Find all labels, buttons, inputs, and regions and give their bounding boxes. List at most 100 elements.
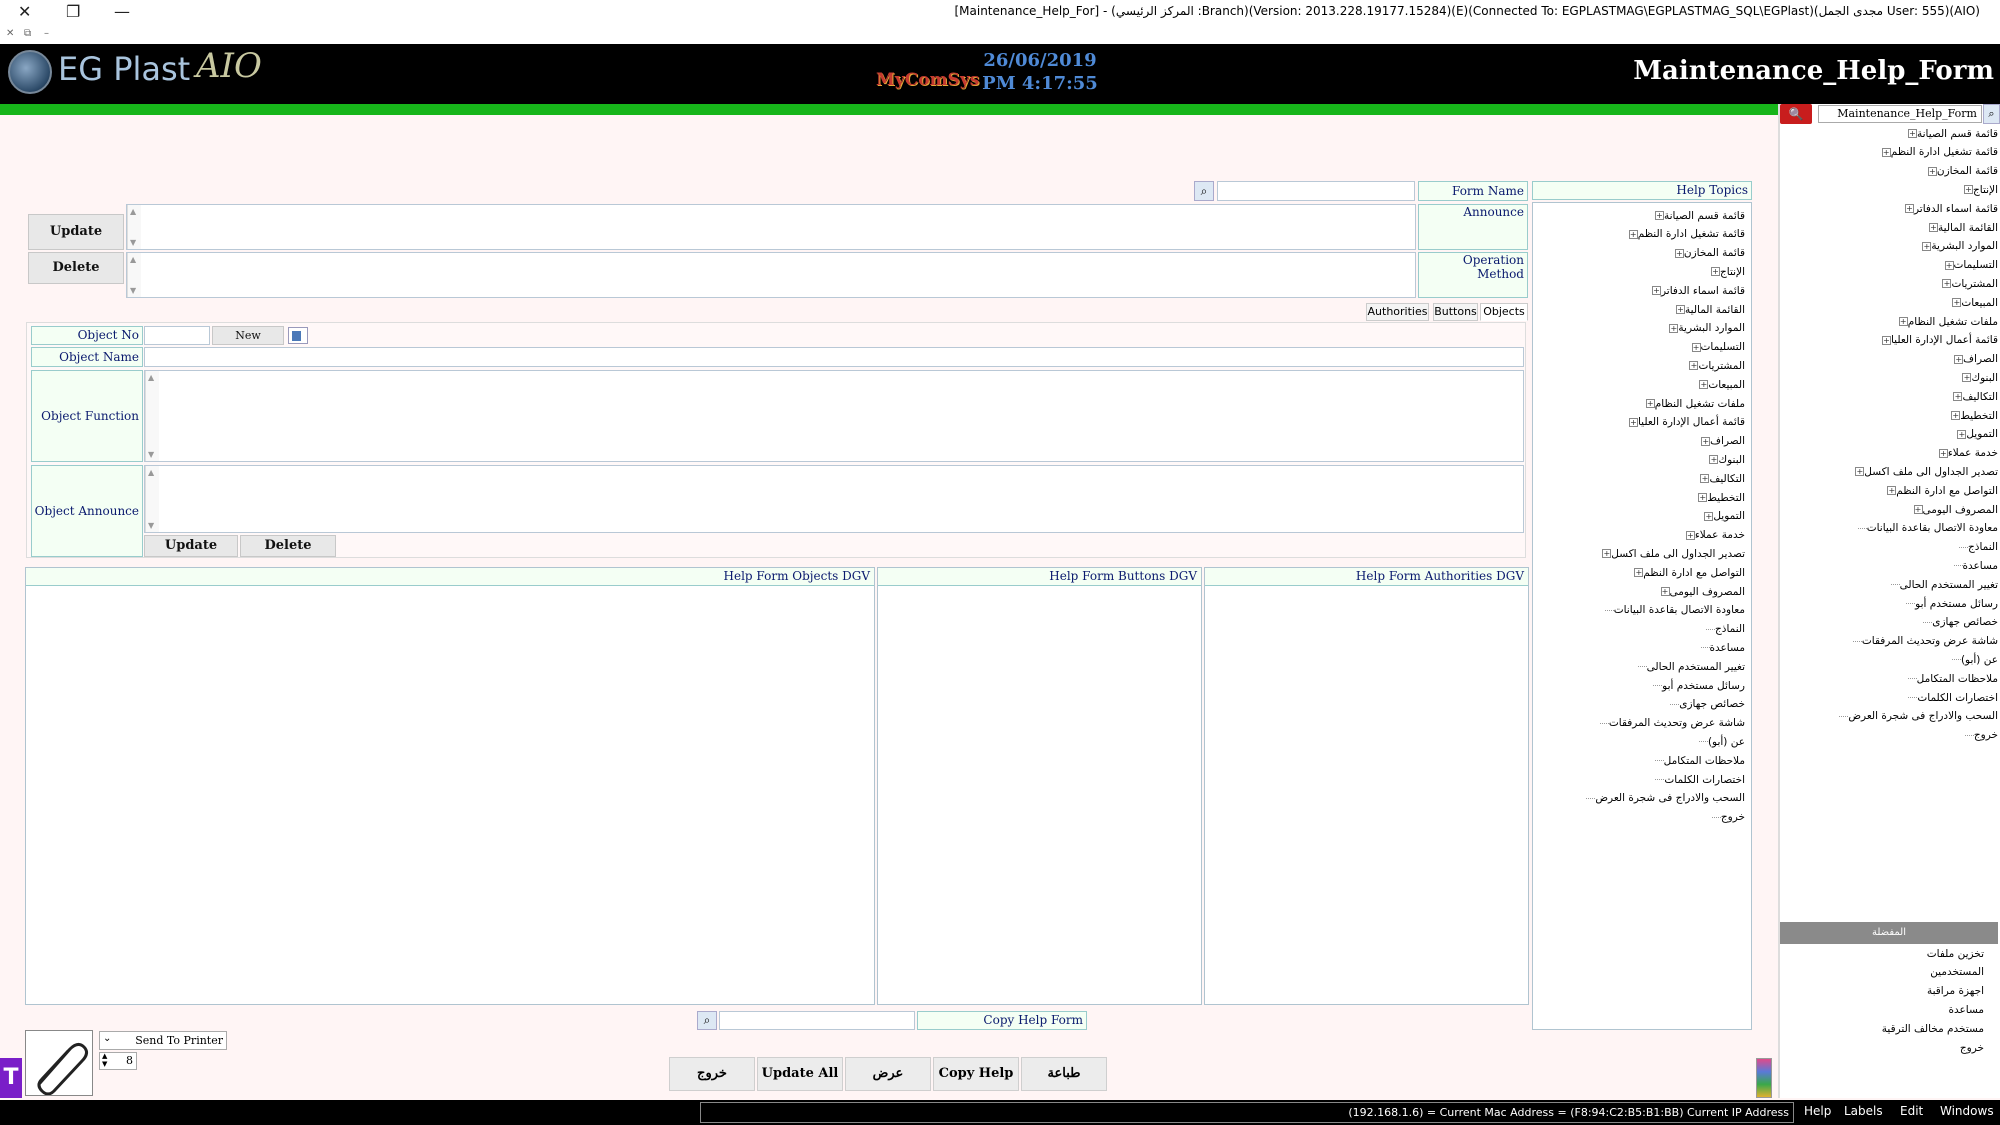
announce-textarea[interactable]: ▲ ▼	[126, 204, 1416, 250]
favorite-item[interactable]: المستخدمين	[1930, 963, 1984, 982]
expand-icon[interactable]: +	[1654, 211, 1664, 220]
expand-icon[interactable]: +	[1674, 248, 1684, 258]
object-delete-button[interactable]: Delete	[240, 535, 336, 557]
expand-icon[interactable]: +	[1938, 448, 1948, 458]
side-tree-item[interactable]: قائمة اسماء الدفاتر +	[1902, 199, 1998, 218]
favorite-item[interactable]: تخزين ملفات	[1927, 944, 1984, 963]
help-topics-tree-item[interactable]: المصروف اليومى +	[1658, 582, 1745, 601]
object-function-textarea[interactable]: ▲ ▼	[144, 370, 1524, 462]
tab-objects[interactable]: Objects	[1480, 303, 1528, 321]
expand-icon[interactable]: +	[1954, 354, 1964, 364]
side-tree-item[interactable]: تغيير المستخدم الحالى	[1888, 575, 1998, 594]
help-topics-tree-item[interactable]: تغيير المستخدم الحالى	[1635, 657, 1745, 676]
expand-icon[interactable]: +	[1652, 286, 1661, 296]
expand-icon[interactable]: +	[1913, 505, 1923, 514]
object-function-scrollbar[interactable]: ▲ ▼	[145, 371, 159, 461]
side-tree-item[interactable]: التسليمات +	[1942, 256, 1998, 275]
expand-icon[interactable]: +	[1881, 147, 1891, 157]
stepper-arrows-icon[interactable]: ▲ ▼	[102, 1052, 107, 1068]
help-topics-tree-item[interactable]: عن (أبو)	[1696, 732, 1745, 751]
delete-button[interactable]: Delete	[28, 252, 124, 284]
help-topics-tree-item[interactable]: خروج	[1709, 808, 1745, 827]
expand-icon[interactable]: +	[1699, 380, 1709, 390]
expand-icon[interactable]: +	[1700, 474, 1710, 484]
update-button[interactable]: Update	[28, 214, 124, 250]
expand-icon[interactable]: +	[1701, 436, 1711, 446]
expand-icon[interactable]: +	[1709, 455, 1719, 465]
copy-help-button[interactable]: Copy Help	[933, 1057, 1019, 1091]
expand-icon[interactable]: +	[1905, 204, 1914, 214]
help-topics-tree-item[interactable]: التمويل +	[1701, 507, 1745, 526]
side-tree-item[interactable]: عن (أبو)	[1949, 650, 1998, 669]
operation-method-scrollbar[interactable]: ▲ ▼	[127, 253, 141, 297]
help-form-buttons-grid[interactable]: Help Form Buttons DGV	[877, 567, 1202, 1005]
expand-icon[interactable]: +	[1634, 568, 1644, 578]
help-topics-tree-item[interactable]: التسليمات +	[1689, 338, 1745, 357]
side-tree-item[interactable]: التخطيط +	[1948, 406, 1998, 425]
side-tree-item[interactable]: البنوك +	[1959, 368, 1998, 387]
expand-icon[interactable]: +	[1962, 373, 1972, 383]
menu-windows[interactable]: Windows	[1940, 1104, 1994, 1118]
help-topics-tree-item[interactable]: القائمة المالية +	[1673, 300, 1745, 319]
mdi-minimize-button[interactable]: –	[44, 28, 49, 39]
copies-stepper[interactable]: ▲ ▼ 8	[99, 1052, 137, 1070]
announce-scrollbar[interactable]: ▲ ▼	[127, 205, 141, 249]
side-search-input[interactable]: Maintenance_Help_Form	[1818, 105, 1982, 123]
object-update-button[interactable]: Update	[144, 535, 238, 557]
help-topics-tree-item[interactable]: قائمة اسماء الدفاتر +	[1649, 281, 1745, 300]
expand-icon[interactable]: +	[1929, 223, 1939, 232]
side-tree-item[interactable]: التكاليف +	[1950, 387, 1998, 406]
favorite-item[interactable]: خروج	[1960, 1038, 1984, 1057]
side-tree-item[interactable]: التواصل مع ادارة النظم +	[1884, 481, 1998, 500]
side-toggle-icon[interactable]: T	[0, 1058, 22, 1098]
help-topics-tree-item[interactable]: التكاليف +	[1697, 469, 1745, 488]
help-topics-tree-item[interactable]: البنوك +	[1706, 450, 1745, 469]
side-tree-item[interactable]: التمويل +	[1954, 425, 1998, 444]
help-topics-tree-item[interactable]: خدمة عملاء +	[1683, 526, 1745, 545]
expand-icon[interactable]: +	[1669, 323, 1679, 333]
menu-labels[interactable]: Labels	[1844, 1104, 1883, 1118]
color-palette-icon[interactable]	[1756, 1058, 1772, 1098]
expand-icon[interactable]: +	[1685, 530, 1695, 540]
expand-icon[interactable]: +	[1964, 185, 1974, 195]
expand-icon[interactable]: +	[1689, 361, 1699, 371]
exit-button[interactable]: خروج	[669, 1057, 755, 1091]
copy-search-icon[interactable]: ⌕	[697, 1011, 717, 1030]
expand-icon[interactable]: +	[1691, 342, 1701, 352]
side-tree-item[interactable]: شاشة عرض وتحديث المرفقات	[1850, 632, 1998, 651]
menu-edit[interactable]: Edit	[1900, 1104, 1923, 1118]
favorite-item[interactable]: اجهزة مراقبة	[1927, 982, 1984, 1001]
help-topics-tree-item[interactable]: مساعدة	[1698, 638, 1745, 657]
mdi-close-button[interactable]: ✕	[6, 28, 14, 39]
side-tree-item[interactable]: ملفات تشغيل النظام +	[1896, 312, 1998, 331]
expand-icon[interactable]: +	[1887, 486, 1897, 496]
side-tree-item[interactable]: خروج	[1962, 726, 1998, 745]
expand-icon[interactable]: +	[1957, 429, 1967, 439]
expand-icon[interactable]: +	[1944, 260, 1954, 270]
expand-icon[interactable]: +	[1628, 229, 1638, 239]
expand-icon[interactable]: +	[1698, 493, 1708, 502]
help-topics-tree-item[interactable]: الصراف +	[1698, 432, 1745, 451]
side-tree-item[interactable]: رسائل مستخدم أبو	[1903, 594, 1998, 613]
help-form-objects-grid[interactable]: Help Form Objects DGV	[25, 567, 875, 1005]
expand-icon[interactable]: +	[1951, 411, 1961, 420]
help-topics-tree-item[interactable]: اختصارات الكلمات	[1652, 770, 1745, 789]
side-tree-item[interactable]: قائمة تشغيل ادارة النظم +	[1879, 143, 1998, 162]
object-picker-icon[interactable]	[288, 327, 308, 344]
tab-authorities[interactable]: Authorities	[1366, 303, 1429, 321]
help-topics-tree-item[interactable]: ملاحظات المتكامل	[1652, 751, 1745, 770]
side-tree-item[interactable]: قائمة أعمال الإدارة العليا +	[1879, 331, 1998, 350]
side-tree-item[interactable]: قائمة قسم الصيانة +	[1905, 124, 1998, 143]
expand-icon[interactable]: +	[1942, 279, 1952, 289]
expand-icon[interactable]: +	[1676, 305, 1686, 314]
menu-help[interactable]: Help	[1804, 1104, 1831, 1118]
help-topics-tree-item[interactable]: قائمة أعمال الإدارة العليا +	[1626, 413, 1745, 432]
help-topics-tree-item[interactable]: الإنتاج +	[1708, 262, 1745, 281]
expand-icon[interactable]: +	[1907, 129, 1917, 138]
side-tree-item[interactable]: معاودة الاتصال بقاعدة البيانات	[1855, 519, 1998, 538]
expand-icon[interactable]: +	[1953, 392, 1963, 402]
minimize-window-button[interactable]: —	[114, 2, 130, 21]
side-tree-item[interactable]: المبيعات +	[1949, 293, 1998, 312]
side-tree-item[interactable]: قائمة المخازن +	[1925, 162, 1998, 181]
help-topics-tree-item[interactable]: التواصل مع ادارة النظم +	[1631, 563, 1745, 582]
